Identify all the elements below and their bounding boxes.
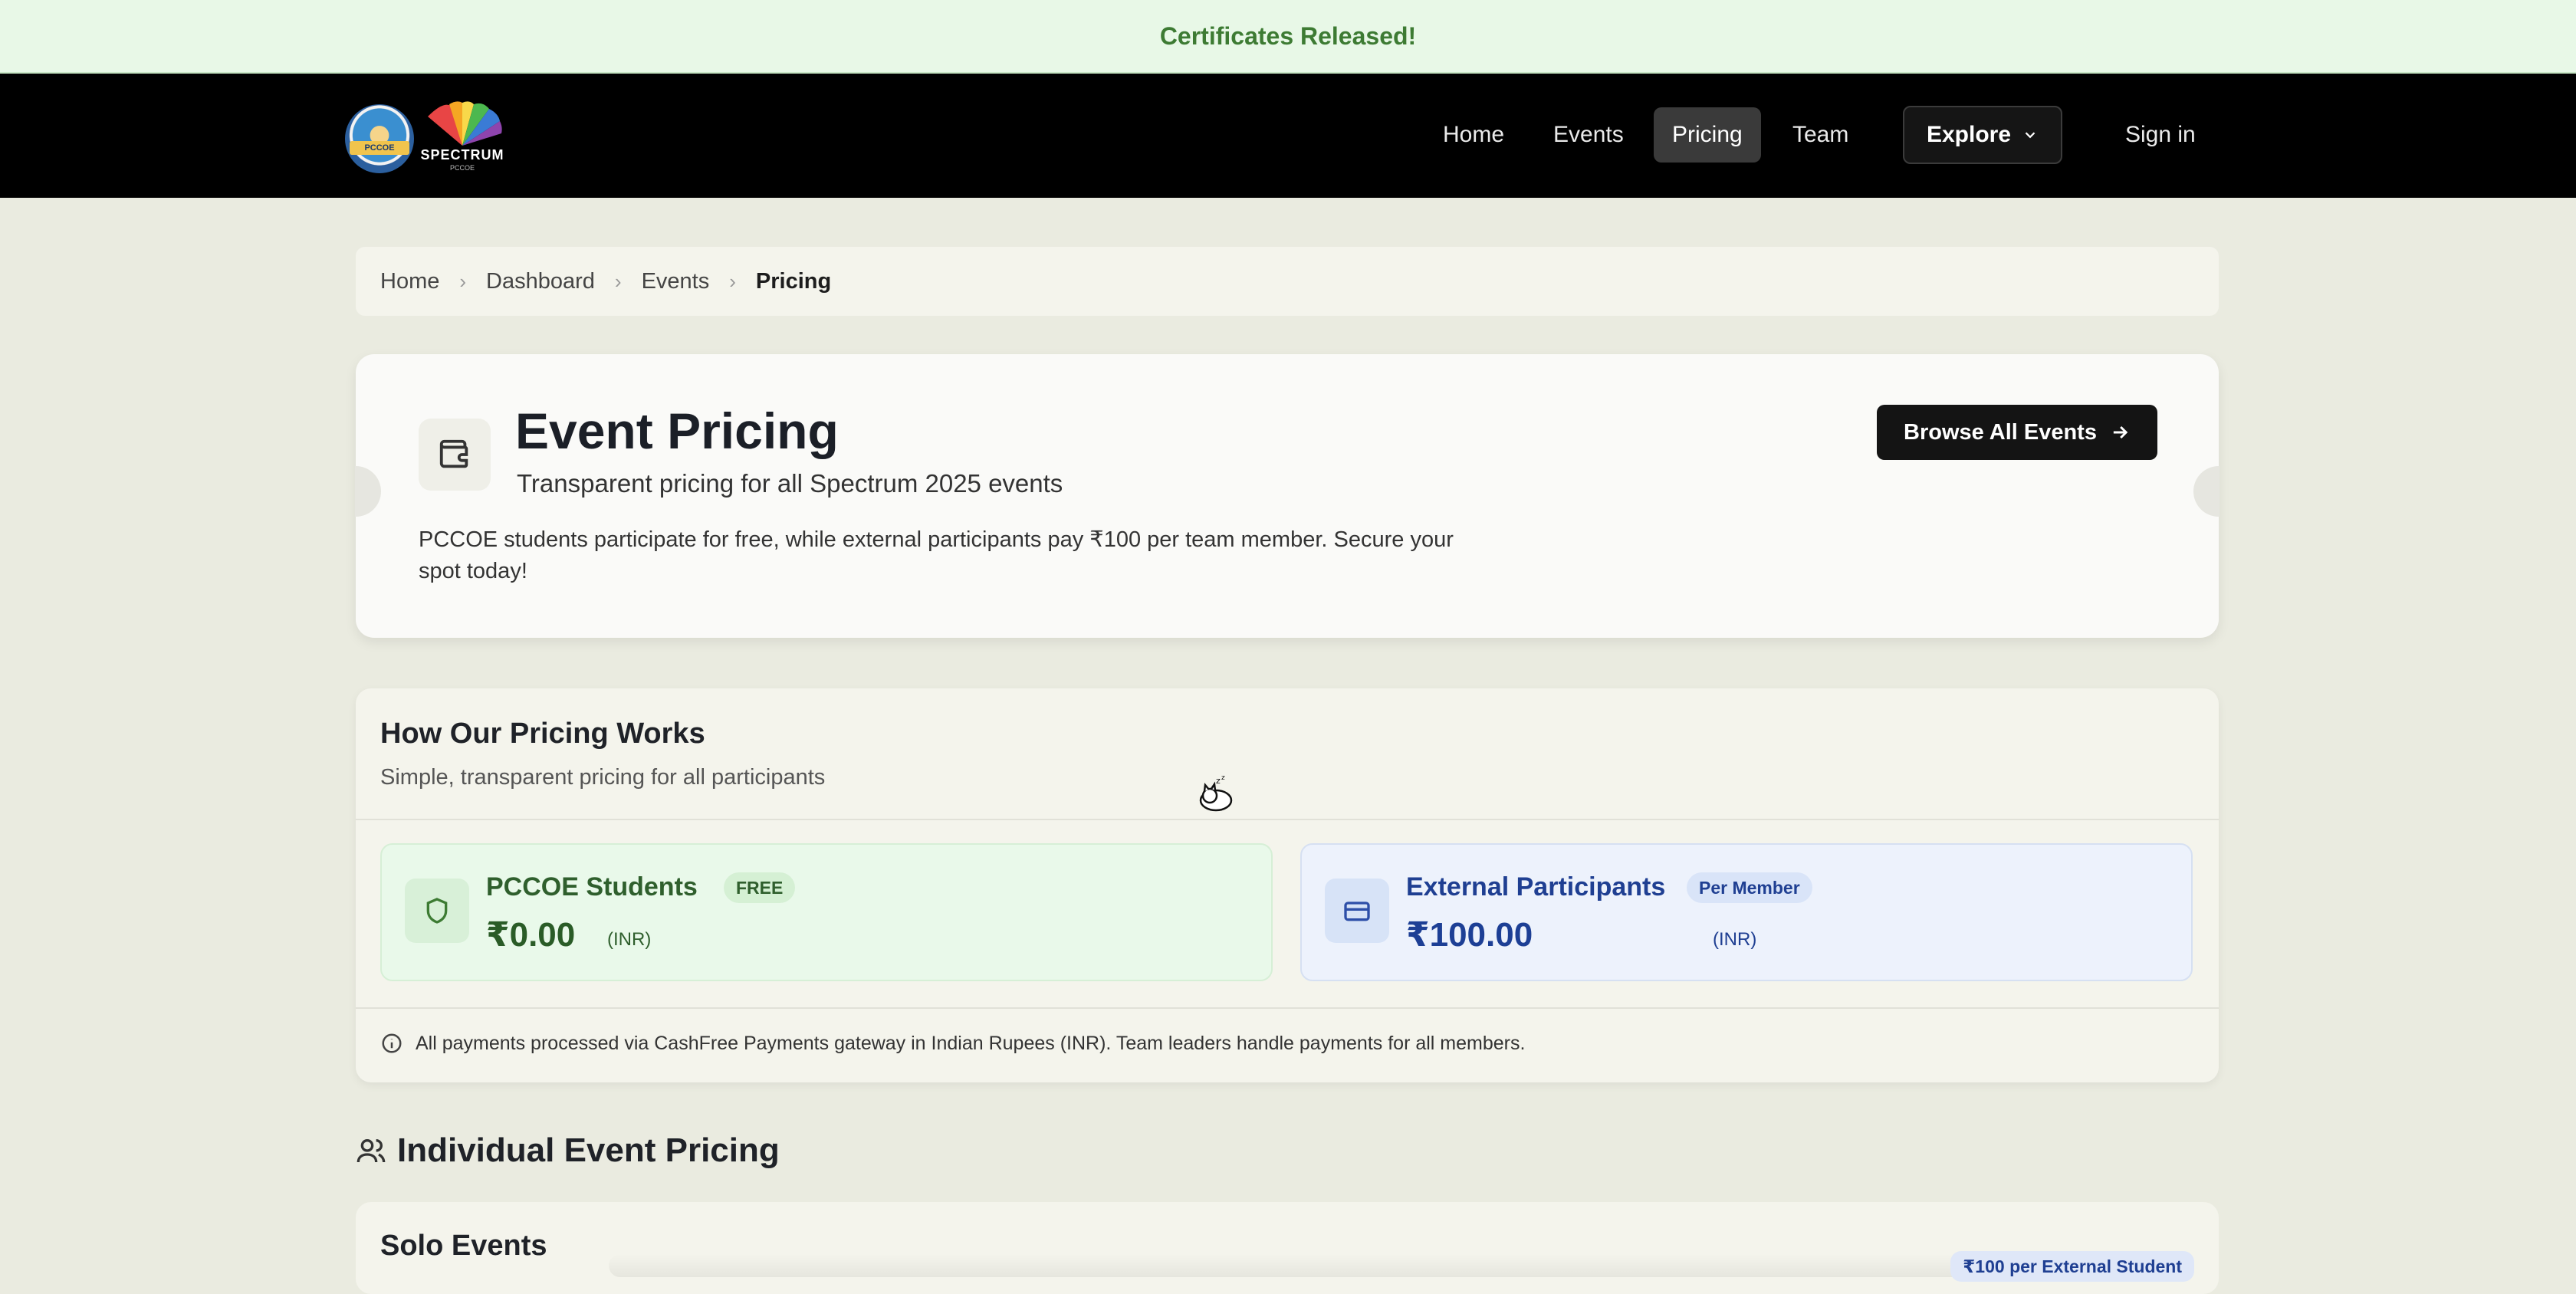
- pccoe-logo-ribbon: PCCOE: [350, 141, 409, 155]
- external-price-tag: ₹100 per External Student: [1950, 1251, 2194, 1282]
- pccoe-logo[interactable]: PCCOE: [345, 104, 414, 173]
- explore-dropdown[interactable]: Explore: [1903, 106, 2062, 164]
- plan-price: ₹0.00: [486, 916, 576, 954]
- browse-label: Browse All Events: [1904, 419, 2097, 445]
- info-icon: [382, 1033, 402, 1053]
- nav-pricing[interactable]: Pricing: [1654, 107, 1761, 163]
- spectrum-wordmark: SPECTRUM: [420, 147, 504, 163]
- plan-name: PCCOE Students: [486, 872, 698, 902]
- arrow-right-icon: [2113, 425, 2128, 439]
- pricing-overview-card: How Our Pricing Works Simple, transparen…: [356, 688, 2219, 1082]
- nav-home[interactable]: Home: [1424, 107, 1523, 163]
- breadcrumb-home[interactable]: Home: [380, 269, 439, 294]
- page-subtitle: Transparent pricing for all Spectrum 202…: [517, 469, 1063, 498]
- top-navbar: PCCOE SPECTRUM PCCOE Home Events Pricing…: [0, 74, 2576, 198]
- hero-decor-left: [355, 466, 381, 517]
- pricing-hero-card: Event Pricing Transparent pricing for al…: [355, 354, 2220, 638]
- users-icon: [356, 1139, 386, 1163]
- spectrum-rainbow-icon: [428, 101, 502, 146]
- hero-decor-right: [2193, 466, 2220, 517]
- per-member-badge: Per Member: [1687, 872, 1812, 903]
- pccoe-students-plan: PCCOE Students FREE ₹0.00 (INR): [380, 843, 1273, 981]
- chevron-down-icon: [2025, 132, 2036, 139]
- section-title: How Our Pricing Works: [380, 718, 705, 750]
- payment-note-text: All payments processed via CashFree Paym…: [416, 1032, 1526, 1054]
- credit-card-icon: [1325, 879, 1389, 943]
- solo-events-card: Solo Events ₹100 per External Student: [356, 1202, 2219, 1294]
- shield-icon: [405, 879, 469, 943]
- sign-in-link[interactable]: Sign in: [2125, 107, 2196, 163]
- announcement-banner: Certificates Released!: [0, 0, 2576, 74]
- scroll-shadow: [609, 1254, 2004, 1277]
- plan-price: ₹100.00: [1406, 916, 1533, 954]
- banner-text: Certificates Released!: [1159, 21, 1417, 50]
- nav-team[interactable]: Team: [1774, 107, 1867, 163]
- breadcrumb: Home › Dashboard › Events › Pricing: [356, 247, 2219, 316]
- plan-currency: (INR): [607, 929, 652, 950]
- page-title: Event Pricing: [515, 402, 839, 459]
- breadcrumb-pricing: Pricing: [755, 268, 832, 294]
- browse-all-events-button[interactable]: Browse All Events: [1877, 405, 2157, 460]
- section-subtitle: Simple, transparent pricing for all part…: [380, 765, 826, 790]
- nav-events[interactable]: Events: [1535, 107, 1642, 163]
- spectrum-logo[interactable]: SPECTRUM PCCOE: [420, 101, 504, 178]
- svg-text:z: z: [1216, 776, 1221, 786]
- payment-note: All payments processed via CashFree Paym…: [380, 1032, 1525, 1055]
- spectrum-sub: PCCOE: [449, 164, 475, 172]
- svg-text:z: z: [1221, 774, 1225, 782]
- divider: [356, 819, 2219, 820]
- sleeping-cat-icon: z z: [1199, 774, 1233, 812]
- breadcrumb-dashboard[interactable]: Dashboard: [486, 269, 595, 294]
- wallet-icon: [419, 419, 491, 491]
- individual-event-pricing-heading: Individual Event Pricing: [356, 1131, 780, 1170]
- external-participants-plan: External Participants Per Member ₹100.00…: [1300, 843, 2193, 981]
- plan-currency: (INR): [1713, 929, 1757, 950]
- free-badge: FREE: [724, 872, 796, 903]
- chevron-right-icon: ›: [729, 269, 736, 293]
- page-description: PCCOE students participate for free, whi…: [419, 527, 1454, 583]
- solo-events-title: Solo Events: [380, 1230, 547, 1262]
- divider: [356, 1007, 2219, 1009]
- breadcrumb-events[interactable]: Events: [642, 269, 710, 294]
- individual-title: Individual Event Pricing: [397, 1131, 780, 1169]
- chevron-right-icon: ›: [459, 269, 467, 293]
- plan-name: External Participants: [1406, 872, 1666, 902]
- chevron-right-icon: ›: [614, 269, 622, 293]
- explore-label: Explore: [1926, 122, 2012, 147]
